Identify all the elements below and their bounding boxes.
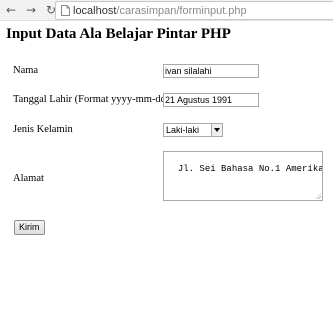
chevron-down-icon[interactable]	[211, 124, 222, 136]
nama-label: Nama	[13, 65, 39, 76]
url-path: /carasimpan/forminput.php	[116, 4, 247, 17]
alamat-value: Jl. Sei Bahasa No.1 Amerika	[177, 164, 323, 174]
jenis-kelamin-selected: Laki-laki	[166, 125, 200, 135]
forward-icon[interactable]: →	[22, 1, 40, 19]
back-icon[interactable]: ←	[2, 1, 20, 19]
nama-input[interactable]: ivan silalahi	[163, 64, 259, 78]
jenis-kelamin-select[interactable]: Laki-laki	[163, 123, 223, 137]
resize-grip-icon[interactable]	[315, 193, 321, 199]
page-title: Input Data Ala Belajar Pintar PHP	[6, 26, 231, 42]
alamat-label: Alamat	[13, 173, 44, 184]
browser-toolbar: ← → ↻ localhost/carasimpan/forminput.php	[0, 0, 333, 21]
address-bar[interactable]: localhost/carasimpan/forminput.php	[55, 1, 333, 20]
jenis-kelamin-label: Jenis Kelamin	[13, 124, 73, 135]
alamat-textarea[interactable]: Jl. Sei Bahasa No.1 Amerika	[163, 151, 323, 201]
tanggal-lahir-input[interactable]: 21 Agustus 1991	[163, 93, 259, 107]
url-host: localhost	[73, 4, 117, 17]
page-icon	[61, 5, 70, 16]
tanggal-lahir-label: Tanggal Lahir (Format yyyy-mm-dd)	[13, 94, 170, 105]
kirim-button[interactable]: Kirim	[14, 220, 45, 235]
